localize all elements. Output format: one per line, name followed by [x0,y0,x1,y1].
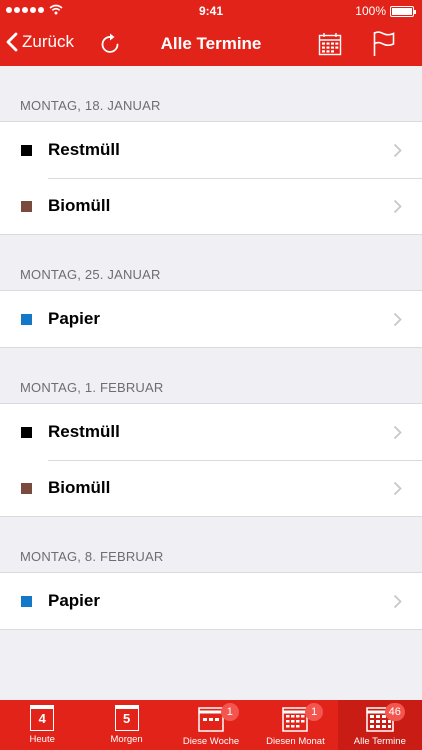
list-item[interactable]: Biomüll [0,178,422,234]
battery-area: 100% [355,4,416,18]
back-button-label: Zurück [22,32,74,51]
chevron-right-icon [393,481,402,495]
tab-label: Morgen [110,734,143,745]
tab-diesen-monat[interactable]: Diesen Monat 1 [253,700,337,750]
waste-color-swatch [21,200,32,212]
tab-morgen[interactable]: 5 Morgen [84,700,168,750]
chevron-left-icon [6,32,18,52]
section-group: Papier [0,290,422,348]
section-0: Montag, 18. Januar Restmüll Biomüll [0,66,422,235]
chevron-right-icon [393,199,402,213]
battery-percent: 100% [355,4,386,18]
flag-button[interactable] [372,31,396,62]
list-item-label: Restmüll [48,422,120,441]
section-header: Montag, 25. Januar [20,267,161,282]
chevron-right-icon [393,594,402,608]
tab-label: Alle Termine [353,736,406,747]
section-group: Restmüll Biomüll [0,403,422,517]
waste-color-swatch [21,426,32,438]
calendar-icon [318,33,342,56]
waste-color-swatch [21,313,32,325]
waste-color-swatch [21,144,32,156]
section-3: Montag, 8. Februar Papier [0,517,422,630]
flag-icon [373,31,395,56]
count-badge: 1 [220,703,239,721]
list-item[interactable]: Biomüll [0,460,422,516]
list-item[interactable]: Papier [0,291,422,347]
count-badge: 1 [305,703,324,721]
tab-label: Diesen Monat [266,736,325,747]
section-header: Montag, 8. Februar [20,549,164,564]
section-header: Montag, 1. Februar [20,380,164,395]
chevron-right-icon [393,143,402,157]
list-item-label: Papier [48,309,100,328]
tab-alle-termine[interactable]: Alle Termine 46 [337,700,422,750]
tab-diese-woche[interactable]: Diese Woche 1 [169,700,253,750]
tab-bar: 4 Heute 5 Morgen Diese Woche 1 Diesen Mo… [0,700,422,750]
list-item[interactable]: Restmüll [0,404,422,460]
tab-label: Diese Woche [182,736,240,747]
section-1: Montag, 25. Januar Papier [0,235,422,348]
tab-heute[interactable]: 4 Heute [0,700,84,750]
chevron-right-icon [393,425,402,439]
week-calendar-icon [198,707,224,732]
refresh-icon [101,33,119,53]
navigation-bar: Zurück Alle Termine [0,22,422,66]
day-calendar-icon: 4 [30,705,55,731]
list-item-label: Papier [48,591,100,610]
battery-icon [390,5,416,17]
calendar-button[interactable] [318,32,342,61]
section-2: Montag, 1. Februar Restmüll Biomüll [0,348,422,517]
status-bar: 9:41 100% [0,0,422,22]
section-group: Restmüll Biomüll [0,121,422,235]
day-calendar-icon: 5 [114,705,139,731]
count-badge: 46 [384,703,405,721]
tab-label: Heute [29,734,55,745]
list-item[interactable]: Restmüll [0,122,422,178]
waste-color-swatch [21,595,32,607]
appointment-list[interactable]: Montag, 18. Januar Restmüll Biomüll Mont… [0,66,422,700]
section-header: Montag, 18. Januar [20,98,161,113]
list-item-label: Biomüll [48,478,111,497]
waste-color-swatch [21,482,32,494]
chevron-right-icon [393,312,402,326]
refresh-button[interactable] [100,32,122,61]
list-item[interactable]: Papier [0,573,422,629]
back-button[interactable]: Zurück [6,32,74,52]
section-group: Papier [0,572,422,630]
list-item-label: Biomüll [48,196,111,215]
list-item-label: Restmüll [48,140,120,159]
